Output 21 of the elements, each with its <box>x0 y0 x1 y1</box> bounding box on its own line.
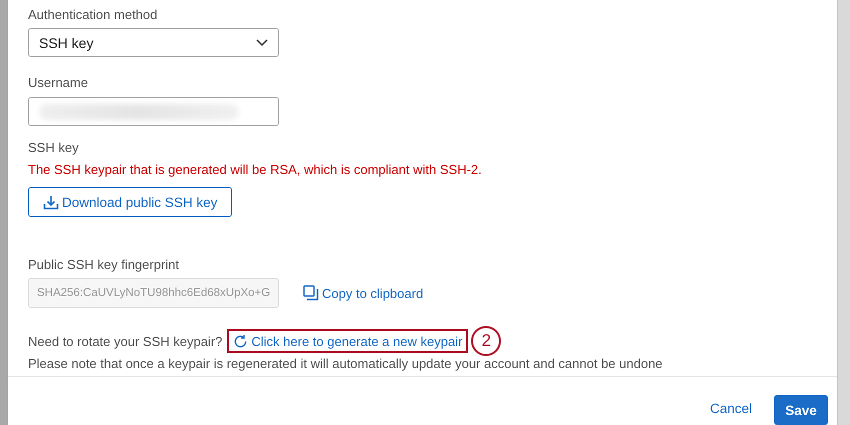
generate-keypair-link[interactable]: Click here to generate a new keypair <box>227 329 468 353</box>
fingerprint-field[interactable]: SHA256:CaUVLyNoTU98hhc6Ed68xUpXo+G <box>28 278 279 308</box>
auth-method-dropdown[interactable]: SSH key <box>28 28 279 57</box>
username-field[interactable] <box>28 97 279 126</box>
download-icon <box>43 194 59 210</box>
chevron-down-icon <box>256 38 268 46</box>
copy-link[interactable]: Copy to clipboard <box>303 285 424 301</box>
field-label: Authentication method <box>28 7 158 23</box>
refresh-icon <box>233 334 248 348</box>
regenerate-note: Please note that once a keypair is regenerated it will automatically update your account and cannot be undone <box>28 356 664 371</box>
cancel-button[interactable]: Cancel <box>710 397 752 420</box>
rotate-question: Need to rotate your SSH keypair? <box>28 334 222 348</box>
field-label: SSH key <box>28 140 80 156</box>
field-label: Public SSH key fingerprint <box>28 257 180 273</box>
field-label: Username <box>28 75 89 91</box>
rsa-notice: The SSH keypair that is generated will be RSA, which is compliant with SSH-2. <box>28 162 483 177</box>
copy-icon <box>303 285 319 301</box>
step-number-callout: 2 <box>471 326 502 356</box>
download-button[interactable]: Download public SSH key <box>28 187 232 217</box>
save-button[interactable]: Save <box>774 395 828 425</box>
scrollbar[interactable] <box>837 0 850 425</box>
